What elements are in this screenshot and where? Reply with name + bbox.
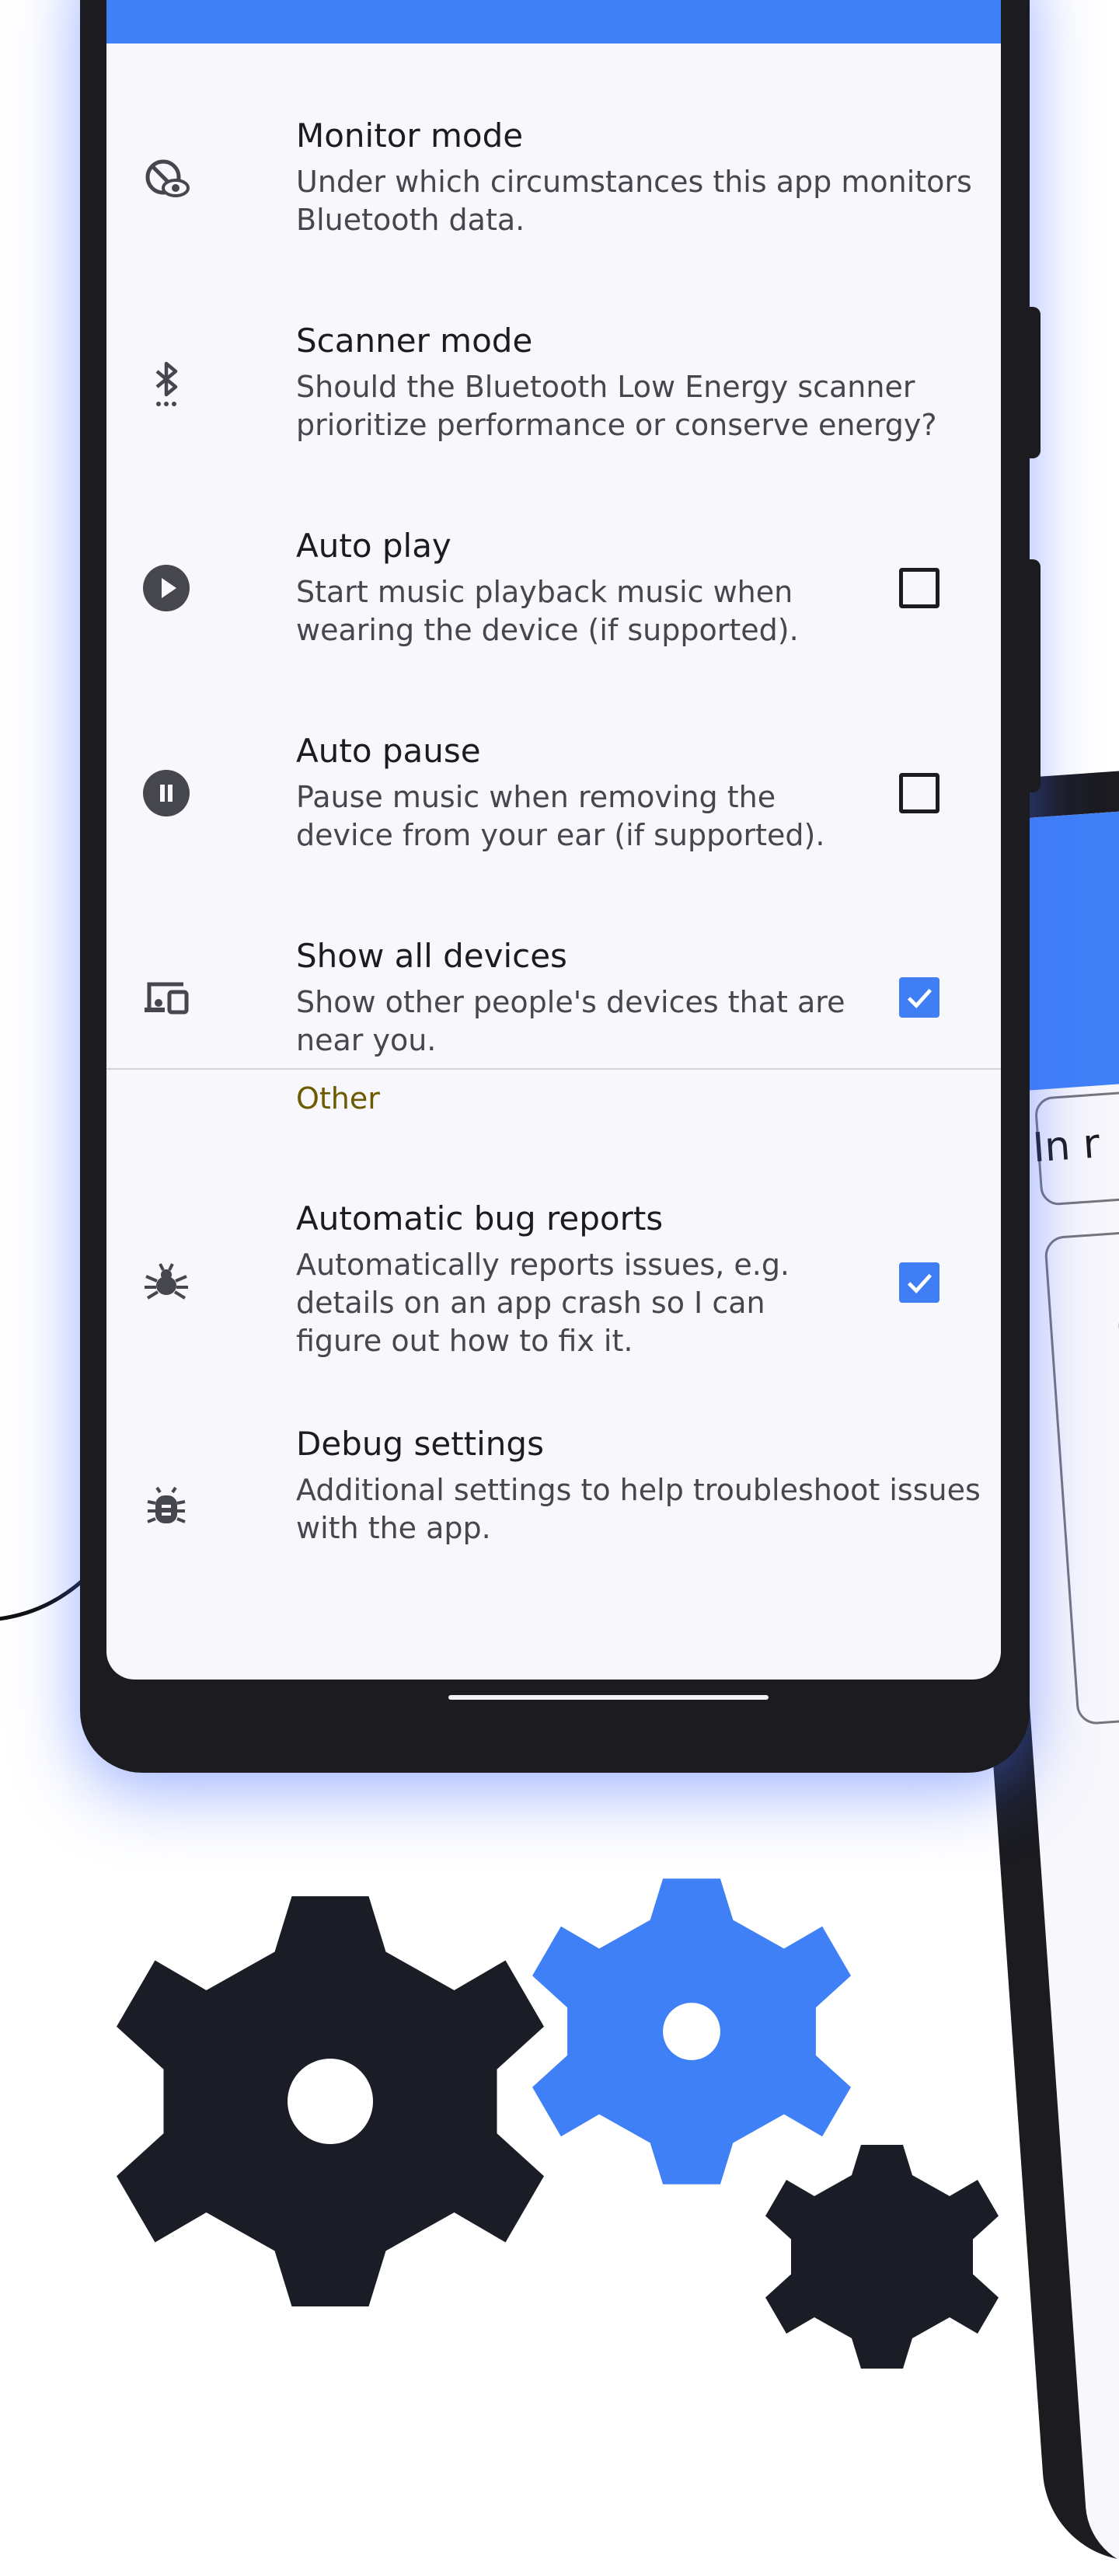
bug-report-icon	[139, 1255, 193, 1310]
side-button-lower	[1030, 559, 1041, 792]
section-header-other: Other	[296, 1081, 380, 1116]
setting-title: Debug settings	[296, 1425, 544, 1463]
setting-description: Show other people's devices that are nea…	[296, 985, 845, 1057]
setting-automatic-bug-reports[interactable]: Automatic bug reports Automatically repo…	[106, 1181, 1001, 1414]
setting-title: Auto pause	[296, 732, 481, 770]
pause-circle-icon	[139, 766, 193, 820]
side-button-upper	[1030, 307, 1041, 458]
setting-description: Should the Bluetooth Low Energy scanner …	[296, 370, 937, 442]
monitor-eye-icon	[139, 151, 193, 206]
earbud-icon	[1118, 1307, 1119, 1370]
bluetooth-scan-icon	[139, 357, 193, 411]
setting-auto-pause[interactable]: Auto pause Pause music when removing the…	[106, 693, 1001, 887]
play-circle-icon	[139, 561, 193, 615]
setting-description: Under which circumstances this app monit…	[296, 165, 972, 237]
setting-debug-settings[interactable]: Debug settings Additional settings to he…	[106, 1425, 1001, 1611]
setting-monitor-mode[interactable]: Monitor mode Under which circumstances t…	[106, 78, 1001, 272]
setting-description: Pause music when removing the device fro…	[296, 780, 825, 852]
setting-description: Automatically reports issues, e.g. detai…	[296, 1248, 790, 1358]
automatic-bug-reports-checkbox[interactable]	[899, 1262, 939, 1303]
top-app-bar	[106, 0, 1001, 44]
main-phone: Monitor mode Under which circumstances t…	[80, 0, 1041, 1773]
secondary-phone-device-card[interactable]	[1044, 1215, 1119, 1726]
checkmark-icon	[907, 1273, 932, 1293]
setting-description: Additional settings to help troubleshoot…	[296, 1473, 981, 1545]
secondary-phone-chip-text: In r	[1030, 1120, 1102, 1172]
setting-show-all-devices[interactable]: Show all devices Show other people's dev…	[106, 898, 1001, 1069]
settings-screen: Monitor mode Under which circumstances t…	[106, 0, 1001, 1680]
devices-icon	[139, 971, 193, 1025]
setting-title: Auto play	[296, 527, 451, 565]
setting-auto-play[interactable]: Auto play Start music playback music whe…	[106, 488, 1001, 682]
section-divider	[106, 1068, 1001, 1070]
debug-bug-icon	[139, 1479, 193, 1533]
home-indicator[interactable]	[448, 1695, 769, 1700]
gear-small-dark-icon	[765, 2145, 999, 2369]
setting-title: Scanner mode	[296, 322, 533, 360]
setting-title: Automatic bug reports	[296, 1199, 664, 1238]
gear-dark-icon	[117, 1896, 544, 2306]
setting-title: Show all devices	[296, 937, 567, 975]
setting-title: Monitor mode	[296, 117, 524, 155]
show-all-devices-checkbox[interactable]	[899, 977, 939, 1018]
checkmark-icon	[907, 988, 932, 1008]
setting-description: Start music playback music when wearing …	[296, 575, 799, 647]
auto-pause-checkbox[interactable]	[899, 773, 939, 813]
setting-scanner-mode[interactable]: Scanner mode Should the Bluetooth Low En…	[106, 283, 1001, 477]
auto-play-checkbox[interactable]	[899, 568, 939, 608]
